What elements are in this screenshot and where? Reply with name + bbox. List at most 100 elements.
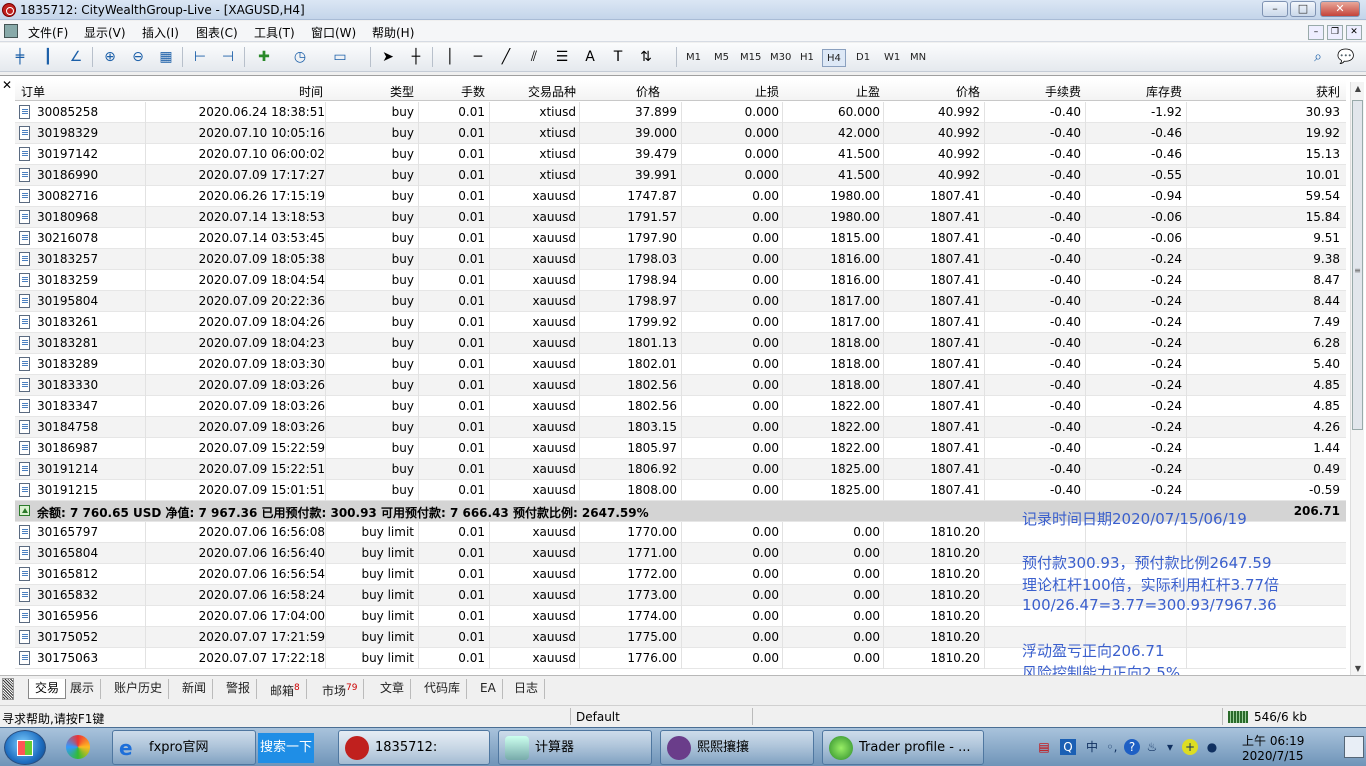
table-row[interactable]: 30191214 2020.07.09 15:22:51 buy 0.01 xauusd…	[15, 459, 1346, 480]
horizontal-line-icon[interactable]: ─	[468, 48, 488, 66]
tab-alerts[interactable]: 警报	[220, 679, 258, 699]
tf-h4[interactable]: H4	[822, 49, 846, 67]
tile-windows-icon[interactable]: ▦	[156, 48, 176, 66]
table-row[interactable]: 30180968 2020.07.14 13:18:53 buy 0.01 xauusd…	[15, 207, 1346, 228]
text-icon[interactable]: A	[580, 48, 600, 66]
document-icon[interactable]	[4, 24, 18, 38]
tf-mn[interactable]: MN	[906, 49, 930, 67]
table-row[interactable]: 30184758 2020.07.09 18:03:26 buy 0.01 xauusd…	[15, 417, 1346, 438]
add-icon[interactable]: +	[1182, 739, 1198, 755]
qq-penguin-icon[interactable]: ●	[1204, 739, 1220, 755]
col-order[interactable]: 订单	[21, 83, 45, 100]
pdf-icon[interactable]: ▤	[1036, 739, 1052, 755]
tab-news[interactable]: 新闻	[176, 679, 214, 699]
table-row[interactable]: 30183289 2020.07.09 18:03:30 buy 0.01 xauusd…	[15, 354, 1346, 375]
menu-charts[interactable]: 图表(C)	[196, 24, 238, 41]
tab-exposure[interactable]: 展示	[64, 679, 102, 699]
table-row[interactable]: 30183347 2020.07.09 18:03:26 buy 0.01 xauusd…	[15, 396, 1346, 417]
table-row[interactable]: 30183281 2020.07.09 18:04:23 buy 0.01 xauusd…	[15, 333, 1346, 354]
table-row[interactable]: 30183259 2020.07.09 18:04:54 buy 0.01 xauusd…	[15, 270, 1346, 291]
indicators-icon[interactable]: ✚	[254, 48, 274, 66]
table-row[interactable]: 30195804 2020.07.09 20:22:36 buy 0.01 xauusd…	[15, 291, 1346, 312]
pending-order-row[interactable]: 30165832 2020.07.06 16:58:24 buy limit 0.01…	[15, 585, 1346, 606]
taskbar-chat[interactable]: 熙熙攘攘	[660, 730, 814, 765]
pending-order-row[interactable]: 30165956 2020.07.06 17:04:00 buy limit 0.01…	[15, 606, 1346, 627]
arrows-icon[interactable]: ⇅	[636, 48, 656, 66]
chat-icon[interactable]: 💬	[1336, 48, 1356, 66]
col-time[interactable]: 时间	[299, 83, 323, 100]
mdi-minimize-button[interactable]: –	[1308, 25, 1324, 40]
pending-order-row[interactable]: 30175063 2020.07.07 17:22:18 buy limit 0.01…	[15, 648, 1346, 669]
col-lots[interactable]: 手数	[461, 83, 485, 100]
tab-account-history[interactable]: 账户历史	[108, 679, 170, 699]
pending-order-row[interactable]: 30165797 2020.07.06 16:56:08 buy limit 0.01…	[15, 522, 1346, 543]
tf-m5[interactable]: M5	[710, 49, 733, 67]
clock-time[interactable]: 上午 06:19	[1242, 732, 1304, 749]
table-row[interactable]: 30186990 2020.07.09 17:17:27 buy 0.01 xtiusd…	[15, 165, 1346, 186]
col-commission[interactable]: 手续费	[1045, 83, 1081, 100]
table-row[interactable]: 30186987 2020.07.09 15:22:59 buy 0.01 xauusd…	[15, 438, 1346, 459]
tab-journal[interactable]: 日志	[508, 679, 546, 699]
ime-lang-icon[interactable]: 中	[1084, 739, 1100, 755]
mdi-restore-button[interactable]: ❐	[1327, 25, 1343, 40]
candlestick-icon[interactable]: ┃	[38, 48, 58, 66]
ime-settings-icon[interactable]: ♨	[1144, 739, 1160, 755]
col-type[interactable]: 类型	[390, 83, 414, 100]
cursor-icon[interactable]: ➤	[378, 48, 398, 66]
menu-view[interactable]: 显示(V)	[84, 24, 126, 41]
col-profit[interactable]: 获利	[1316, 83, 1340, 100]
pending-order-row[interactable]: 30175052 2020.07.07 17:21:59 buy limit 0.01…	[15, 627, 1346, 648]
zoom-in-icon[interactable]: ⊕	[100, 48, 120, 66]
bar-chart-icon[interactable]: ╪	[10, 48, 30, 66]
table-row[interactable]: 30082716 2020.06.26 17:15:19 buy 0.01 xauusd…	[15, 186, 1346, 207]
vertical-scrollbar[interactable]: ▲ ≡ ▼	[1350, 82, 1364, 676]
text-label-icon[interactable]: T	[608, 48, 628, 66]
tf-d1[interactable]: D1	[852, 49, 874, 67]
table-row[interactable]: 30183261 2020.07.09 18:04:26 buy 0.01 xauusd…	[15, 312, 1346, 333]
start-button[interactable]	[4, 730, 46, 765]
vertical-line-icon[interactable]: │	[440, 48, 460, 66]
tf-h1[interactable]: H1	[796, 49, 818, 67]
minimize-button[interactable]: –	[1262, 1, 1288, 17]
maximize-button[interactable]: □	[1290, 1, 1316, 17]
table-row[interactable]: 30085258 2020.06.24 18:38:51 buy 0.01 xtiusd…	[15, 102, 1346, 123]
tab-experts[interactable]: EA	[474, 679, 503, 699]
mdi-close-button[interactable]: ✕	[1346, 25, 1362, 40]
ime-punct-icon[interactable]: ◦,	[1104, 739, 1120, 755]
menu-insert[interactable]: 插入(I)	[142, 24, 179, 41]
menu-tools[interactable]: 工具(T)	[254, 24, 295, 41]
search-icon[interactable]: ⌕	[1308, 48, 1328, 66]
tab-trade[interactable]: 交易	[28, 679, 67, 699]
table-row[interactable]: 30183330 2020.07.09 18:03:26 buy 0.01 xauusd…	[15, 375, 1346, 396]
pending-order-row[interactable]: 30165804 2020.07.06 16:56:40 buy limit 0.01…	[15, 543, 1346, 564]
col-tp[interactable]: 止盈	[856, 83, 880, 100]
table-row[interactable]: 30216078 2020.07.14 03:53:45 buy 0.01 xauusd…	[15, 228, 1346, 249]
search-button[interactable]: 搜索一下	[258, 733, 314, 763]
menu-help[interactable]: 帮助(H)	[372, 24, 414, 41]
scroll-up-icon[interactable]: ▲	[1351, 82, 1365, 96]
chart-shift-icon[interactable]: ⊣	[218, 48, 238, 66]
tf-m1[interactable]: M1	[682, 49, 705, 67]
taskbar-pinned-app[interactable]	[54, 730, 104, 765]
tf-w1[interactable]: W1	[880, 49, 904, 67]
tab-articles[interactable]: 文章	[374, 679, 412, 699]
col-current-price[interactable]: 价格	[956, 83, 980, 100]
tf-m30[interactable]: M30	[766, 49, 795, 67]
col-symbol[interactable]: 交易品种	[528, 83, 576, 100]
q-icon[interactable]: Q	[1060, 739, 1076, 755]
col-swap[interactable]: 库存费	[1146, 83, 1182, 100]
pending-order-row[interactable]: 30165812 2020.07.06 16:56:54 buy limit 0.01…	[15, 564, 1346, 585]
auto-scroll-icon[interactable]: ⊢	[190, 48, 210, 66]
col-price[interactable]: 价格	[636, 83, 660, 100]
scroll-thumb[interactable]	[1352, 100, 1363, 430]
network-icon[interactable]: ▾	[1162, 739, 1178, 755]
clock-date[interactable]: 2020/7/15	[1242, 749, 1304, 763]
close-button[interactable]: ✕	[1320, 1, 1360, 17]
zoom-out-icon[interactable]: ⊖	[128, 48, 148, 66]
templates-icon[interactable]: ▭	[330, 48, 350, 66]
taskbar-trader-profile[interactable]: Trader profile - ...	[822, 730, 984, 765]
taskbar-calculator[interactable]: 计算器	[498, 730, 652, 765]
channel-icon[interactable]: ⫽	[524, 48, 544, 66]
tab-code-base[interactable]: 代码库	[418, 679, 468, 699]
crosshair-icon[interactable]: ┼	[406, 48, 426, 66]
